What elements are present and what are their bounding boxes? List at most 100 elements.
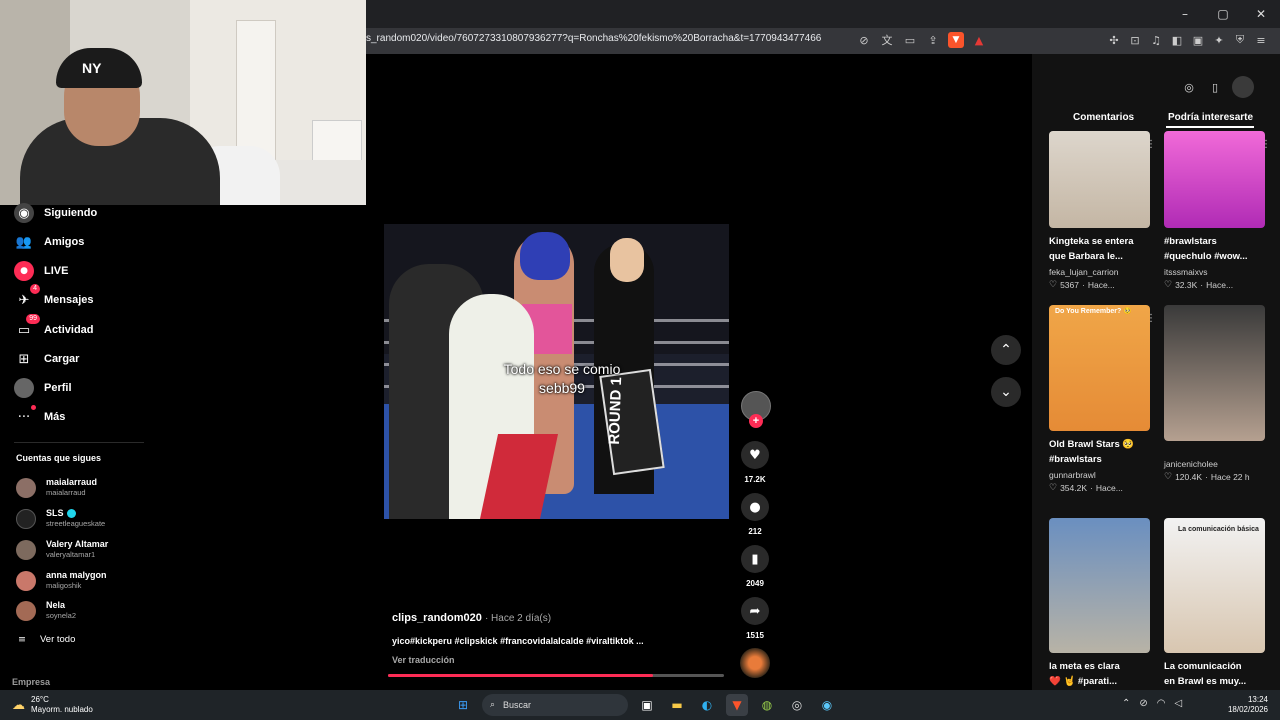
heart-icon[interactable]: ♥ (741, 441, 769, 469)
card-likes: 5367 (1060, 280, 1079, 290)
nav-item-more[interactable]: ··· Más (14, 405, 65, 429)
phone-icon[interactable]: ▯ (1206, 78, 1224, 96)
wallet-icon[interactable]: ▣ (1190, 32, 1206, 48)
comment-action[interactable]: ● 212 (739, 493, 771, 536)
clock[interactable]: 13:24 18/02/2026 (1222, 695, 1268, 715)
app-icon[interactable]: ◍ (756, 694, 778, 716)
wifi-icon[interactable]: ◠ (1157, 698, 1166, 709)
like-action[interactable]: ♥ 17.2K (739, 441, 771, 484)
follow-plus-icon[interactable]: + (749, 414, 763, 428)
picture-icon[interactable]: ▭ (902, 32, 918, 48)
volume-icon[interactable]: ◁ (1175, 698, 1183, 709)
tab-comments[interactable]: Comentarios (1073, 112, 1134, 123)
puzzle-icon[interactable]: ✣ (1106, 32, 1122, 48)
nav-item-messages[interactable]: ✈ 4 Mensajes (14, 284, 94, 312)
more-options-icon[interactable]: ⋮ (1261, 139, 1271, 150)
following-account[interactable]: maialarraud maialarraud (16, 477, 97, 498)
menu-icon[interactable]: ≡ (1253, 32, 1269, 48)
video-thumbnail[interactable]: La comunicación básica (1164, 518, 1265, 653)
taskbar-search[interactable]: ⌕ Buscar (482, 694, 628, 716)
following-account[interactable]: Nela soynela2 (16, 600, 76, 621)
user-avatar[interactable] (1232, 76, 1254, 98)
music-icon[interactable]: ♫ (1148, 32, 1164, 48)
screenshot-icon[interactable]: ⊡ (1127, 32, 1143, 48)
following-account[interactable]: SLS streetleagueskate (16, 508, 105, 529)
tab-suggested[interactable]: Podría interesarte (1168, 112, 1253, 123)
leo-icon[interactable]: ✦ (1211, 32, 1227, 48)
card-title: Kingteka se entera (1049, 236, 1134, 247)
file-explorer-icon[interactable]: ▬ (666, 694, 688, 716)
maximize-button[interactable]: ▢ (1204, 0, 1242, 28)
obs-icon[interactable]: ◎ (786, 694, 808, 716)
share-icon[interactable]: ⇪ (925, 32, 941, 48)
suggested-video-card[interactable]: Kingteka se entera que Barbara le... fek… (1049, 131, 1156, 290)
close-button[interactable]: ✕ (1242, 0, 1280, 28)
more-icon: ··· (14, 405, 36, 427)
card-title: la meta es clara (1049, 661, 1120, 672)
comment-icon[interactable]: ● (741, 493, 769, 521)
separator: · (1200, 280, 1204, 290)
video-description[interactable]: yico#kickperu #clipskick #francovidalalc… (392, 636, 644, 646)
video-author[interactable]: clips_random020 · Hace 2 día(s) (392, 612, 551, 624)
bookmark-icon[interactable]: ▮ (741, 545, 769, 573)
weather-widget[interactable]: ☁ 26°C Mayorm. nublado (12, 695, 93, 715)
brave-rewards-icon[interactable]: ▲ (971, 32, 987, 48)
card-user: gunnarbrawl (1049, 470, 1096, 480)
video-thumbnail[interactable] (1049, 131, 1150, 228)
video-progress-bar[interactable] (388, 674, 724, 677)
music-disc-icon[interactable] (740, 648, 770, 678)
time: 13:24 (1247, 695, 1268, 704)
video-thumbnail[interactable] (1164, 305, 1265, 441)
nav-item-live[interactable]: ● LIVE (14, 259, 68, 283)
url-field[interactable]: s_random020/video/7607273310807936277?q=… (366, 33, 821, 44)
suggested-video-card[interactable]: la meta es clara ❤️ 🤘 #parati... (1049, 518, 1150, 689)
translate-link[interactable]: Ver traducción (392, 655, 455, 665)
more-options-icon[interactable]: ⋮ (1146, 313, 1156, 324)
nav-item-following[interactable]: ◉ Siguiendo (14, 201, 97, 225)
task-view-icon[interactable]: ▣ (636, 694, 658, 716)
sidebar-icon[interactable]: ◧ (1169, 32, 1185, 48)
nav-item-activity[interactable]: ▭ 99 Actividad (14, 314, 94, 342)
video-caption: Todo eso se comio sebb99 (384, 360, 744, 398)
date: 18/02/2026 (1227, 705, 1268, 714)
nav-item-upload[interactable]: ⊞ Cargar (14, 347, 80, 371)
globe-icon[interactable]: ◉ (816, 694, 838, 716)
bell-off-icon[interactable]: ⊘ (1139, 698, 1147, 709)
no-sync-icon[interactable]: ⊘ (856, 32, 872, 48)
heart-outline-icon: ♡ (1049, 483, 1058, 493)
more-options-icon[interactable]: ⋮ (1146, 139, 1156, 150)
following-account[interactable]: anna malygon maligoshik (16, 570, 107, 591)
volume-icon[interactable]: ◎ (1180, 78, 1198, 96)
vpn-icon[interactable]: ⛨ (1232, 32, 1248, 48)
footer-empresa[interactable]: Empresa (12, 677, 50, 687)
chevron-up-icon[interactable]: ⌃ (1122, 698, 1130, 709)
upload-icon: ⊞ (18, 351, 30, 367)
windows-start-icon[interactable]: ⊞ (452, 694, 474, 716)
nav-label: Amigos (44, 236, 85, 248)
suggested-video-card[interactable]: Do You Remember? 🥺 Old Brawl Stars 🥺 #br… (1049, 305, 1156, 493)
video-thumbnail[interactable] (1164, 131, 1265, 228)
chevron-up-icon: ⌃ (1000, 342, 1012, 358)
following-account[interactable]: Valery Altamar valeryaltamar1 (16, 539, 108, 560)
minimize-button[interactable]: – (1166, 0, 1204, 28)
share-arrow-icon[interactable]: ➦ (741, 597, 769, 625)
nav-item-profile[interactable]: Perfil (14, 376, 72, 400)
edge-icon[interactable]: ◐ (696, 694, 718, 716)
share-action[interactable]: ➦ 1515 (739, 597, 771, 640)
suggested-video-card[interactable]: janicenicholee ♡ 120.4K · Hace 22 h (1164, 305, 1265, 482)
translate-icon[interactable]: 文 (879, 32, 895, 48)
video-thumbnail[interactable]: Do You Remember? 🥺 (1049, 305, 1150, 431)
nav-item-friends[interactable]: 👥 Amigos (14, 230, 84, 254)
video-thumbnail[interactable] (1049, 518, 1150, 653)
next-video-button[interactable]: ⌄ (991, 377, 1021, 407)
save-action[interactable]: ▮ 2049 (739, 545, 771, 588)
see-all-button[interactable]: ≡ Ver todo (18, 634, 75, 645)
suggested-video-card[interactable]: #brawlstars #quechulo #wow... itsssmaixv… (1164, 131, 1271, 290)
search-icon: ⌕ (490, 700, 496, 710)
suggested-video-card[interactable]: La comunicación básica La comunicación e… (1164, 518, 1265, 689)
brave-shield-icon[interactable]: ▼ (948, 32, 964, 48)
brave-icon[interactable]: ▼ (726, 694, 748, 716)
account-handle: valeryaltamar1 (46, 550, 96, 559)
previous-video-button[interactable]: ⌃ (991, 335, 1021, 365)
card-title: #quechulo #wow... (1164, 251, 1248, 262)
